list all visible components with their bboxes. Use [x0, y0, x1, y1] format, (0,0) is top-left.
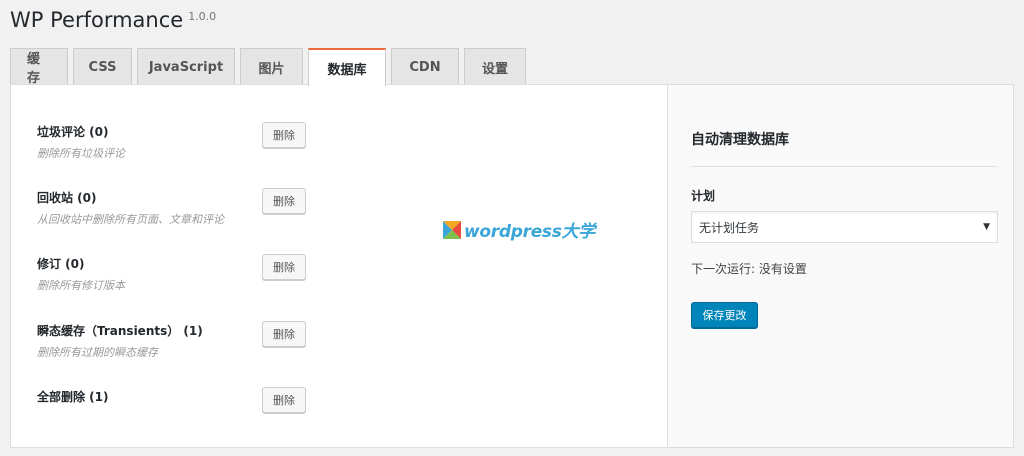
watermark: wordpress大学 — [443, 217, 595, 242]
page-title: WP Performance — [10, 8, 184, 32]
schedule-selected-value: 无计划任务 — [699, 220, 760, 235]
row-label: 垃圾评论 (0) — [37, 125, 109, 139]
delete-revisions-button[interactable]: 删除 — [262, 254, 306, 280]
row-description: 删除所有修订版本 — [37, 279, 125, 292]
tab-images[interactable]: 图片 — [240, 48, 303, 85]
auto-cleanup-panel: 自动清理数据库 计划 无计划任务 ▼ 下一次运行: 没有设置 保存更改 — [667, 84, 1014, 448]
delete-transients-button[interactable]: 删除 — [262, 321, 306, 347]
divider — [691, 166, 997, 167]
tab-cache[interactable]: 缓存 — [10, 48, 68, 86]
tab-css[interactable]: CSS — [73, 48, 132, 85]
database-cleanup-panel: 垃圾评论 (0) 删除所有垃圾评论 删除 回收站 (0) 从回收站中删除所有页面… — [10, 84, 668, 448]
delete-spam-button[interactable]: 删除 — [262, 122, 306, 148]
auto-cleanup-title: 自动清理数据库 — [691, 132, 789, 148]
row-label: 全部删除 (1) — [37, 390, 109, 404]
row-label: 瞬态缓存（Transients） (1) — [37, 324, 203, 338]
tab-database[interactable]: 数据库 — [308, 48, 386, 86]
row-label: 修订 (0) — [37, 257, 85, 271]
row-description: 从回收站中删除所有页面、文章和评论 — [37, 213, 224, 226]
row-label: 回收站 (0) — [37, 191, 97, 205]
save-changes-button[interactable]: 保存更改 — [691, 302, 758, 328]
row-description: 删除所有过期的瞬态缓存 — [37, 346, 158, 359]
delete-trash-button[interactable]: 删除 — [262, 188, 306, 214]
wordpress-daxue-logo-icon — [443, 220, 461, 239]
tab-javascript[interactable]: JavaScript — [137, 48, 235, 85]
page: WP Performance 1.0.0 缓存 CSS JavaScript 图… — [0, 0, 1024, 456]
tab-settings[interactable]: 设置 — [464, 48, 526, 85]
tab-cdn[interactable]: CDN — [391, 48, 459, 85]
tab-bar: 缓存 CSS JavaScript 图片 数据库 CDN 设置 — [10, 48, 526, 86]
row-description: 删除所有垃圾评论 — [37, 147, 125, 160]
next-run-status: 下一次运行: 没有设置 — [691, 262, 807, 276]
schedule-label: 计划 — [691, 189, 716, 203]
page-header: WP Performance 1.0.0 — [10, 6, 216, 34]
delete-all-button[interactable]: 删除 — [262, 387, 306, 413]
version-badge: 1.0.0 — [188, 10, 217, 23]
schedule-select[interactable]: 无计划任务 ▼ — [691, 211, 998, 243]
chevron-down-icon: ▼ — [983, 222, 990, 232]
watermark-text: wordpress大学 — [464, 222, 595, 242]
